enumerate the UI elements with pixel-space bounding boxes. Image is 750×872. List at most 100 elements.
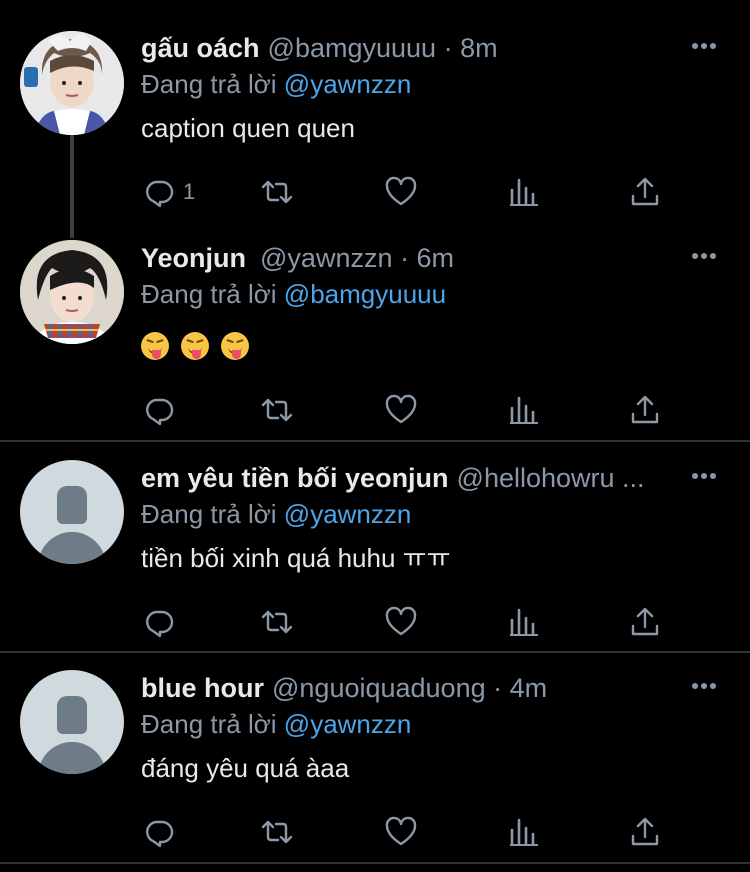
analytics-icon bbox=[510, 818, 538, 846]
display-name[interactable]: blue hour bbox=[141, 673, 264, 703]
default-avatar-head bbox=[57, 696, 87, 734]
analytics-button[interactable] bbox=[508, 172, 540, 212]
squinting-tongue-emoji bbox=[181, 332, 209, 360]
more-icon[interactable] bbox=[686, 28, 722, 64]
reply-icon bbox=[146, 820, 174, 848]
retweet-icon bbox=[261, 398, 293, 422]
like-icon bbox=[385, 606, 417, 636]
mention-link[interactable]: @yawnzzn bbox=[284, 69, 412, 99]
replying-prefix: Đang trả lời bbox=[141, 69, 277, 99]
share-button[interactable] bbox=[629, 390, 661, 430]
replying-to: Đang trả lời @yawnzzn bbox=[141, 704, 411, 744]
reply-icon bbox=[146, 398, 174, 426]
tweet-header: gấu oách @bamgyuuuu · 8m bbox=[141, 28, 670, 68]
divider bbox=[0, 651, 750, 653]
tweet-text: đáng yêu quá àaa bbox=[141, 753, 350, 783]
retweet-button[interactable] bbox=[261, 602, 293, 642]
reply-count: 1 bbox=[183, 179, 196, 204]
display-name[interactable]: gấu oách bbox=[141, 33, 260, 63]
divider bbox=[0, 862, 750, 864]
avatar[interactable] bbox=[20, 31, 124, 135]
more-icon[interactable] bbox=[686, 238, 722, 274]
share-icon bbox=[631, 395, 659, 424]
tweet-header: Yeonjun @yawnzzn · 6m bbox=[141, 238, 670, 278]
retweet-icon bbox=[261, 610, 293, 634]
share-icon bbox=[631, 177, 659, 206]
display-name[interactable]: em yêu tiền bối yeonjun bbox=[141, 463, 449, 493]
reply-icon bbox=[146, 610, 174, 638]
avatar[interactable] bbox=[20, 460, 124, 564]
tweet-actions bbox=[141, 812, 681, 852]
replying-prefix: Đang trả lời bbox=[141, 279, 277, 309]
reply-button[interactable] bbox=[143, 390, 175, 430]
separator-dot: · bbox=[443, 33, 453, 63]
analytics-icon bbox=[510, 178, 538, 206]
like-button[interactable] bbox=[385, 812, 417, 852]
handle[interactable]: @nguoiquaduong bbox=[272, 673, 486, 703]
tweet-2[interactable]: Yeonjun @yawnzzn · 6m Đang trả lời @bamgy… bbox=[0, 238, 750, 438]
mention-link[interactable]: @yawnzzn bbox=[284, 709, 412, 739]
tweet-text: tiền bối xinh quá huhu ㅠㅠ bbox=[141, 543, 451, 573]
default-avatar-shoulders bbox=[38, 532, 106, 564]
like-button[interactable] bbox=[385, 390, 417, 430]
analytics-icon bbox=[510, 396, 538, 424]
replying-to: Đang trả lời @yawnzzn bbox=[141, 494, 411, 534]
tweet-actions bbox=[141, 602, 681, 642]
analytics-button[interactable] bbox=[508, 602, 540, 642]
analytics-icon bbox=[510, 608, 538, 636]
display-name[interactable]: Yeonjun bbox=[141, 243, 246, 273]
divider bbox=[0, 440, 750, 442]
squinting-tongue-emoji bbox=[221, 332, 249, 360]
reply-button[interactable]: 1 bbox=[143, 172, 195, 212]
mention-link[interactable]: @yawnzzn bbox=[284, 499, 412, 529]
avatar[interactable] bbox=[20, 670, 124, 774]
tweet-emojis bbox=[141, 332, 249, 360]
tweet-text: caption quen quen bbox=[141, 113, 355, 143]
analytics-button[interactable] bbox=[508, 812, 540, 852]
replying-prefix: Đang trả lời bbox=[141, 499, 277, 529]
handle[interactable]: @yawnzzn bbox=[260, 243, 392, 273]
mention-link[interactable]: @bamgyuuuu bbox=[284, 279, 446, 309]
handle[interactable]: @hellohowru ... bbox=[457, 463, 645, 493]
share-icon bbox=[631, 607, 659, 636]
squinting-tongue-emoji bbox=[141, 332, 169, 360]
avatar[interactable] bbox=[20, 240, 124, 344]
like-icon bbox=[385, 816, 417, 846]
retweet-button[interactable] bbox=[261, 172, 293, 212]
tweet-actions bbox=[141, 390, 681, 430]
share-button[interactable] bbox=[629, 602, 661, 642]
default-avatar-shoulders bbox=[38, 742, 106, 774]
share-button[interactable] bbox=[629, 812, 661, 852]
timestamp[interactable]: 4m bbox=[510, 673, 548, 703]
default-avatar-head bbox=[57, 486, 87, 524]
tweet-3[interactable]: em yêu tiền bối yeonjun @hellohowru ... Đ… bbox=[0, 458, 750, 648]
share-button[interactable] bbox=[629, 172, 661, 212]
more-icon[interactable] bbox=[686, 668, 722, 704]
timestamp[interactable]: 6m bbox=[417, 243, 455, 273]
tweet-actions: 1 bbox=[141, 172, 681, 212]
tweet-header: em yêu tiền bối yeonjun @hellohowru ... bbox=[141, 458, 670, 498]
separator-dot: · bbox=[400, 243, 409, 273]
retweet-icon bbox=[261, 180, 293, 204]
more-icon[interactable] bbox=[686, 458, 722, 494]
like-button[interactable] bbox=[385, 172, 417, 212]
tweet-header: blue hour @nguoiquaduong · 4m bbox=[141, 668, 670, 708]
analytics-button[interactable] bbox=[508, 390, 540, 430]
handle[interactable]: @bamgyuuuu bbox=[268, 33, 437, 63]
share-icon bbox=[631, 817, 659, 846]
reply-button[interactable] bbox=[143, 812, 175, 852]
replying-to: Đang trả lời @bamgyuuuu bbox=[141, 274, 446, 314]
reply-icon bbox=[146, 180, 174, 208]
tweet-4[interactable]: blue hour @nguoiquaduong · 4m Đang trả lờ… bbox=[0, 668, 750, 858]
retweet-button[interactable] bbox=[261, 812, 293, 852]
reply-button[interactable] bbox=[143, 602, 175, 642]
separator-dot: · bbox=[493, 673, 503, 703]
like-icon bbox=[385, 176, 417, 206]
like-button[interactable] bbox=[385, 602, 417, 642]
like-icon bbox=[385, 394, 417, 424]
replying-prefix: Đang trả lời bbox=[141, 709, 277, 739]
timestamp[interactable]: 8m bbox=[460, 33, 498, 63]
retweet-button[interactable] bbox=[261, 390, 293, 430]
retweet-icon bbox=[261, 820, 293, 844]
tweet-1[interactable]: gấu oách @bamgyuuuu · 8m Đang trả lời @ya… bbox=[0, 28, 750, 228]
